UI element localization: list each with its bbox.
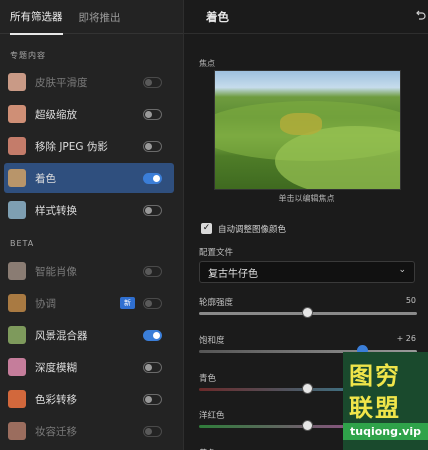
filter-toggle[interactable] xyxy=(143,361,162,373)
filter-thumbnail xyxy=(8,201,26,219)
filter-item[interactable]: 深度模糊 xyxy=(4,352,174,382)
filter-item-label: 超级缩放 xyxy=(35,108,77,121)
filter-thumbnail xyxy=(8,358,26,376)
filter-item[interactable]: 移除 JPEG 伪影 xyxy=(4,131,174,161)
filter-item[interactable]: 智能肖像 xyxy=(4,256,174,286)
slider-label: 轮廓强度 xyxy=(199,298,234,308)
filter-toggle[interactable] xyxy=(143,140,162,152)
filter-toggle[interactable] xyxy=(143,393,162,405)
filter-item-label: 样式转换 xyxy=(35,204,77,217)
filter-item[interactable]: 风景混合器 xyxy=(4,320,174,350)
filter-item[interactable]: 协调 新 xyxy=(4,288,174,318)
filters-panel: 所有筛选器 即将推出 专题内容 BETA 皮肤平滑度超级缩放移除 JPEG 伪影… xyxy=(0,0,183,450)
filter-item[interactable]: 皮肤平滑度 xyxy=(4,67,174,97)
slider-handle[interactable] xyxy=(302,383,313,394)
slider-handle[interactable] xyxy=(302,307,313,318)
slider-handle[interactable] xyxy=(302,420,313,431)
filter-thumbnail xyxy=(8,105,26,123)
watermark-line1: 图穷 xyxy=(349,362,401,390)
filter-item-label: 着色 xyxy=(35,172,56,185)
filter-item-label: 协调 xyxy=(35,297,56,310)
section-featured-label: 专题内容 xyxy=(10,51,46,60)
watermark-logo: 图穷 联盟 tuqiong.vip xyxy=(343,352,428,450)
filter-item-label: 移除 JPEG 伪影 xyxy=(35,140,108,153)
profile-select-value: 复古牛仔色 xyxy=(208,268,258,280)
filter-thumbnail xyxy=(8,137,26,155)
filter-tabs: 所有筛选器 即将推出 xyxy=(0,0,183,35)
undo-icon[interactable] xyxy=(416,10,426,22)
profile-select[interactable]: 复古牛仔色 ⌄ xyxy=(199,261,415,283)
filter-toggle[interactable] xyxy=(143,172,162,184)
panel-title: 着色 xyxy=(184,0,428,34)
focus-preview-image[interactable] xyxy=(214,70,401,190)
filter-thumbnail xyxy=(8,294,26,312)
filter-item[interactable]: 着色 xyxy=(4,163,174,193)
filter-thumbnail xyxy=(8,169,26,187)
watermark-url: tuqiong.vip xyxy=(343,423,428,440)
tab-all-filters[interactable]: 所有筛选器 xyxy=(10,0,63,35)
filter-thumbnail xyxy=(8,73,26,91)
new-badge: 新 xyxy=(120,297,135,309)
section-beta-label: BETA xyxy=(10,239,35,248)
preview-caption: 单击以编辑焦点 xyxy=(278,194,335,203)
filter-toggle[interactable] xyxy=(143,108,162,120)
filter-item-label: 风景混合器 xyxy=(35,329,88,342)
auto-adjust-label: 自动调整图像颜色 xyxy=(218,225,287,235)
filter-item-label: 皮肤平滑度 xyxy=(35,76,88,89)
filter-thumbnail xyxy=(8,422,26,440)
slider-label: 青色 xyxy=(199,374,217,384)
tab-coming-soon[interactable]: 即将推出 xyxy=(79,0,121,34)
watermark-line2: 联盟 xyxy=(349,394,401,422)
focus-label: 焦点 xyxy=(199,59,215,68)
filter-thumbnail xyxy=(8,390,26,408)
slider-value: 50 xyxy=(405,296,416,305)
filter-toggle[interactable] xyxy=(143,425,162,437)
auto-adjust-checkbox[interactable]: ✓ xyxy=(201,223,212,234)
filter-item-label: 深度模糊 xyxy=(35,361,77,374)
filter-toggle[interactable] xyxy=(143,76,162,88)
profile-label: 配置文件 xyxy=(199,248,234,258)
filter-item[interactable]: 色彩转移 xyxy=(4,384,174,414)
filter-thumbnail xyxy=(8,262,26,280)
filter-item[interactable]: 妆容迁移 xyxy=(4,416,174,446)
chevron-down-icon: ⌄ xyxy=(398,265,406,275)
filter-toggle[interactable] xyxy=(143,329,162,341)
filter-toggle[interactable] xyxy=(143,297,162,309)
filter-toggle[interactable] xyxy=(143,265,162,277)
slider-label: 饱和度 xyxy=(199,336,225,346)
filter-item-label: 智能肖像 xyxy=(35,265,77,278)
filter-thumbnail xyxy=(8,326,26,344)
slider-value: + 26 xyxy=(396,334,416,343)
filter-toggle[interactable] xyxy=(143,204,162,216)
filter-item-label: 妆容迁移 xyxy=(35,425,77,438)
slider-label: 洋红色 xyxy=(199,411,225,421)
filter-item-label: 色彩转移 xyxy=(35,393,77,406)
filter-item[interactable]: 超级缩放 xyxy=(4,99,174,129)
filter-item[interactable]: 样式转换 xyxy=(4,195,174,225)
